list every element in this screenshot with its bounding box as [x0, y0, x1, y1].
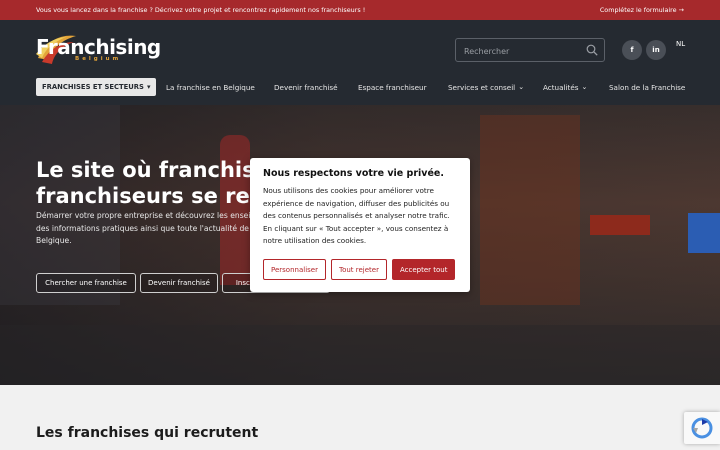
nav-espace-franchiseur[interactable]: Espace franchiseur — [358, 78, 427, 96]
nav-label: Actualités — [543, 82, 579, 92]
nav-franchises-et-secteurs[interactable]: FRANCHISES ET SECTEURS ▾ — [36, 78, 157, 96]
chevron-down-icon: ⌄ — [518, 83, 525, 91]
search-input[interactable] — [462, 42, 584, 60]
promo-text: Vous vous lancez dans la franchise ? Déc… — [36, 6, 366, 14]
search-icon[interactable] — [586, 44, 598, 56]
nav-label: La franchise en Belgique — [166, 82, 255, 92]
nav-label: Espace franchiseur — [358, 82, 427, 92]
cookie-consent-dialog: Nous respectons votre vie privée. Nous u… — [250, 158, 470, 292]
cookie-text: Nous utilisons des cookies pour améliore… — [263, 186, 450, 246]
linkedin-icon[interactable]: in — [646, 40, 666, 60]
accept-all-button[interactable]: Accepter tout — [391, 259, 456, 280]
section-heading: Les franchises qui recrutent — [36, 425, 259, 441]
nav-label: Devenir franchisé — [274, 82, 338, 92]
facebook-icon[interactable]: f — [622, 40, 642, 60]
recruiting-franchises-section: Les franchises qui recrutent — [0, 385, 720, 450]
complete-form-link[interactable]: Complétez le formulaire → — [600, 6, 684, 14]
search-box — [455, 38, 605, 62]
reject-all-button[interactable]: Tout rejeter — [330, 259, 387, 280]
nav-label: FRANCHISES ET SECTEURS — [42, 83, 144, 91]
nav-actualites[interactable]: Actualités ⌄ — [543, 78, 587, 96]
customize-cookies-button[interactable]: Personnaliser — [263, 259, 326, 280]
main-nav: FRANCHISES ET SECTEURS ▾ La franchise en… — [0, 78, 720, 98]
search-franchise-button[interactable]: Chercher une franchise — [36, 273, 136, 293]
chevron-down-icon: ▾ — [146, 83, 151, 91]
recaptcha-icon — [691, 417, 713, 439]
nav-label: Salon de la Franchise — [609, 82, 686, 92]
logo-subtitle: Belgium — [75, 56, 122, 62]
cookie-title: Nous respectons votre vie privée. — [263, 168, 444, 179]
chevron-down-icon: ⌄ — [581, 83, 588, 91]
cookie-buttons: Personnaliser Tout rejeter Accepter tout — [263, 259, 456, 280]
nav-salon-de-la-franchise[interactable]: Salon de la Franchise — [609, 78, 685, 96]
site-header: Franchising Belgium f in NL FRANCHISES E… — [0, 20, 720, 105]
nav-devenir-franchise[interactable]: Devenir franchisé — [274, 78, 338, 96]
recaptcha-badge[interactable] — [684, 412, 720, 444]
language-switch[interactable]: NL — [676, 40, 685, 48]
become-franchisee-button[interactable]: Devenir franchisé — [140, 273, 218, 293]
promo-bar: Vous vous lancez dans la franchise ? Déc… — [0, 0, 720, 20]
nav-label: Services et conseil — [448, 82, 516, 92]
nav-franchise-en-belgique[interactable]: La franchise en Belgique — [166, 78, 255, 96]
nav-services-et-conseil[interactable]: Services et conseil ⌄ — [448, 78, 524, 96]
